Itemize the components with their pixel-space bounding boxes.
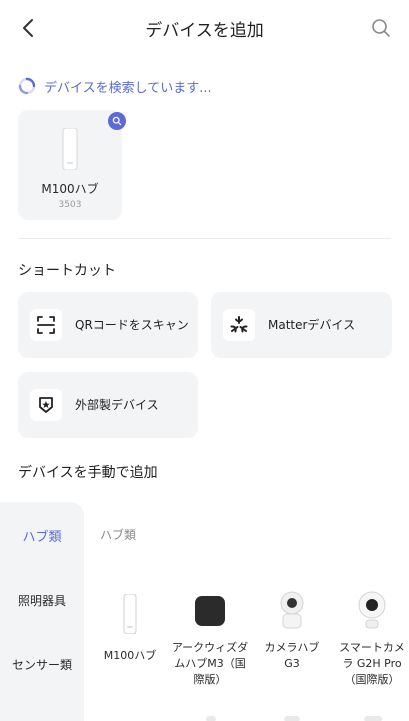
category-sidebar: ハブ類 照明器具 センサー類 — [0, 502, 84, 721]
found-device-name: M100ハブ — [41, 182, 99, 196]
hub-device-image — [123, 593, 137, 635]
hub-device-image — [62, 128, 78, 170]
shortcut-label: 外部製デバイス — [75, 398, 159, 412]
search-button[interactable] — [367, 14, 395, 42]
scan-status-row: デバイスを検索しています... — [18, 76, 212, 96]
device-name: M100ハブ — [103, 649, 157, 662]
header: デバイスを追加 — [0, 0, 409, 56]
device-name: カメラハブG3 — [264, 641, 320, 670]
hub-m3-device-image — [195, 596, 225, 626]
found-device-card[interactable]: M100ハブ 3503 — [18, 110, 126, 220]
shield-star-icon — [30, 389, 62, 421]
matter-icon — [223, 309, 255, 341]
found-badge — [108, 112, 126, 130]
subcategory-title: ハブ類 — [100, 528, 137, 542]
shortcut-third-party[interactable]: 外部製デバイス — [18, 372, 198, 438]
next-row-device-peek — [206, 716, 216, 721]
page-title: デバイスを追加 — [145, 21, 264, 41]
device-name: スマートカメラ G2H Pro（国際版） — [339, 641, 405, 686]
category-item-lighting[interactable]: 照明器具 — [0, 592, 84, 609]
search-icon — [372, 19, 390, 37]
shortcut-qr-scan[interactable]: QRコードをスキャン — [18, 292, 198, 358]
device-item-camera-g2h-pro[interactable]: スマートカメラ G2H Pro（国際版） — [332, 590, 409, 688]
device-item-camera-hub-g3[interactable]: カメラハブG3 — [252, 590, 332, 672]
shortcuts-section-title: ショートカット — [18, 263, 116, 279]
loading-spinner-icon — [18, 77, 36, 95]
category-item-hubs[interactable]: ハブ類 — [0, 526, 84, 545]
shortcut-label: Matterデバイス — [268, 318, 356, 332]
category-item-sensors[interactable]: センサー類 — [0, 656, 84, 673]
next-row-device-peek — [284, 716, 300, 721]
next-row-device-peek — [364, 716, 382, 721]
qr-scan-icon — [30, 309, 62, 341]
device-name: アークウィズダムハブM3（国際版） — [171, 641, 249, 686]
found-device-code: 3503 — [58, 200, 82, 210]
scan-status-text: デバイスを検索しています... — [44, 80, 212, 96]
shortcut-label: QRコードをスキャン — [75, 318, 189, 332]
device-item-hub-m3[interactable]: アークウィズダムハブM3（国際版） — [170, 590, 250, 688]
divider — [18, 238, 391, 239]
camera-hub-device-image — [280, 591, 304, 629]
device-item-m100-hub[interactable]: M100ハブ — [90, 593, 170, 664]
smart-camera-device-image — [358, 591, 386, 629]
search-icon — [112, 116, 122, 126]
shortcut-matter[interactable]: Matterデバイス — [211, 292, 392, 358]
manual-section-title: デバイスを手動で追加 — [18, 465, 158, 481]
